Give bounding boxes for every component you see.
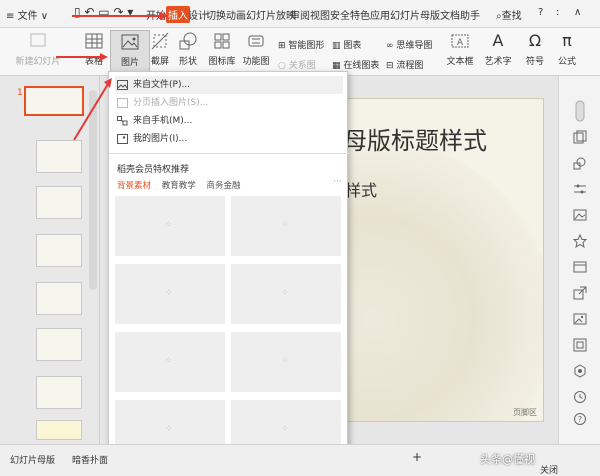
- annotation-arrows: [56, 12, 168, 141]
